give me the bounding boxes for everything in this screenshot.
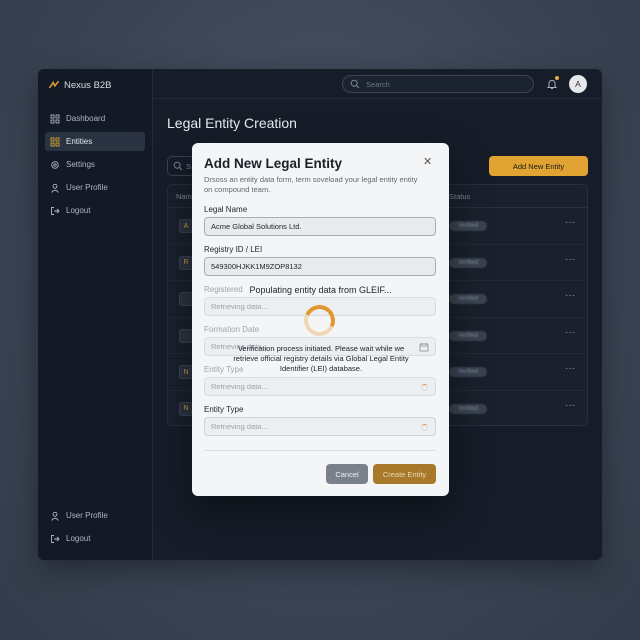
registry-id-label: Registry ID / LEI	[204, 245, 263, 254]
create-entity-button[interactable]: Create Entity	[373, 464, 436, 484]
modal-divider	[204, 450, 436, 451]
loading-spinner-icon	[421, 424, 428, 431]
loader-title: Populating entity data from GLEIF...	[249, 285, 392, 295]
legal-name-field[interactable]: Acme Global Solutions Ltd.	[204, 217, 436, 236]
legal-name-label: Legal Name	[204, 205, 248, 214]
entity-type-value: Retrieving data...	[211, 382, 268, 391]
entity-type-field[interactable]: Retrieving data...	[204, 377, 436, 396]
entity-type-value-2: Retrieving data...	[211, 422, 268, 431]
add-entity-modal: Add New Legal Entity ✕ Drsoss an entity …	[192, 143, 449, 496]
loading-spinner-icon	[421, 384, 428, 391]
modal-subtitle: Drsoss an entity data form, term soveloa…	[204, 175, 418, 194]
modal-overlay: Add New Legal Entity ✕ Drsoss an entity …	[0, 0, 640, 640]
modal-title: Add New Legal Entity	[204, 156, 343, 171]
registered-value: Retrieving data...	[211, 302, 268, 311]
registry-id-field[interactable]: 549300HJKK1M9ZOP8132	[204, 257, 436, 276]
loader-message: Verification process initiated. Please w…	[233, 344, 409, 373]
formation-date-label: Formation Date	[204, 325, 260, 334]
close-icon[interactable]: ✕	[423, 155, 432, 168]
entity-type-field-2[interactable]: Retrieving data...	[204, 417, 436, 436]
cancel-button[interactable]: Cancel	[326, 464, 368, 484]
calendar-icon[interactable]	[419, 342, 429, 352]
entity-type-label-2: Entity Type	[204, 405, 244, 414]
